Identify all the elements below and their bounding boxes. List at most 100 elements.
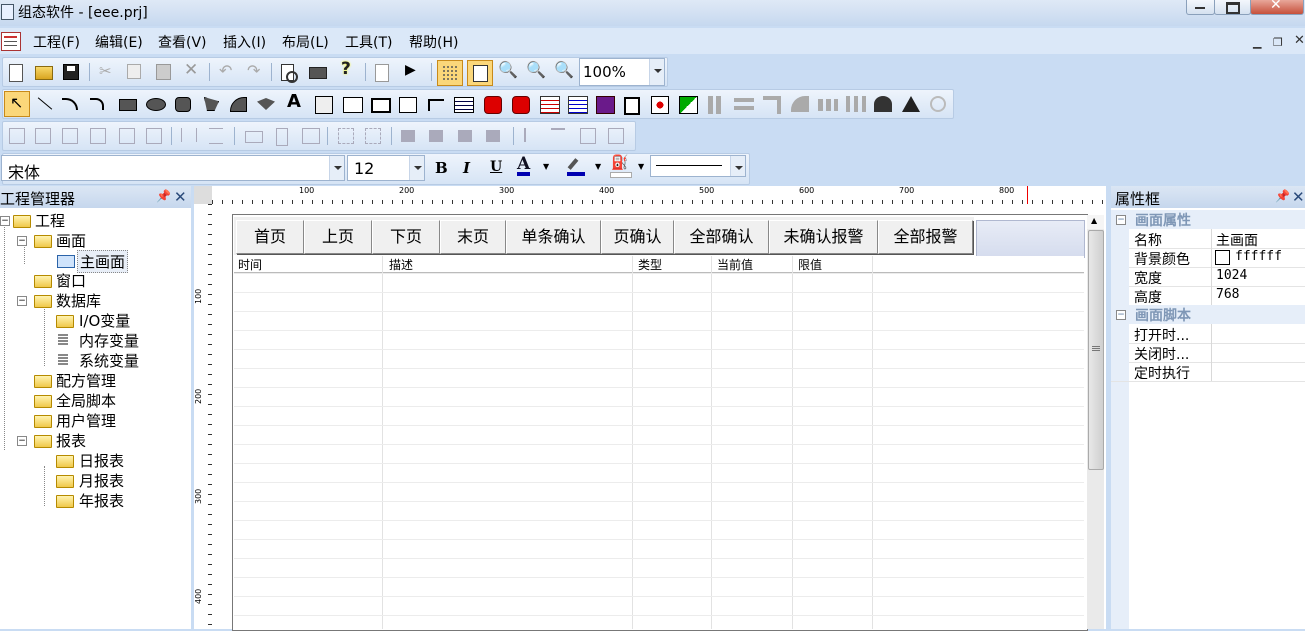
realtime-trend-icon[interactable] — [568, 96, 588, 114]
paste-icon[interactable] — [156, 64, 171, 80]
tree-item-database[interactable]: 数据库 — [56, 290, 101, 311]
font-family-select[interactable]: 宋体 — [1, 155, 345, 182]
next-page-button[interactable]: 下页 — [372, 220, 440, 254]
tree-item-reports[interactable]: 报表 — [56, 430, 86, 451]
column-header-description[interactable]: 描述 — [389, 256, 413, 273]
section-screen-scripts[interactable]: − 画面脚本 — [1111, 305, 1305, 324]
rectangle-tool-icon[interactable] — [119, 99, 137, 111]
menu-help[interactable]: 帮助(H) — [409, 32, 458, 52]
property-row-width[interactable]: 宽度 1024 — [1111, 267, 1305, 287]
compile-icon[interactable] — [375, 64, 389, 82]
select-pointer-icon[interactable]: ↖ — [4, 91, 30, 117]
zoom-out-icon[interactable]: 🔍 — [526, 60, 546, 79]
zoom-in-icon[interactable]: 🔍 — [498, 60, 518, 79]
tree-item-io-vars[interactable]: I/O变量 — [79, 310, 130, 331]
script-row-close[interactable]: 关闭时... — [1111, 343, 1305, 363]
menu-view[interactable]: 查看(V) — [158, 32, 207, 52]
collapse-toggle[interactable]: − — [1116, 310, 1126, 320]
tree-item-recipes[interactable]: 配方管理 — [56, 370, 116, 391]
rounded-rect-tool-icon[interactable] — [175, 97, 191, 112]
flip-horizontal-icon[interactable] — [580, 128, 596, 144]
tree-item-project[interactable]: 工程 — [35, 210, 65, 231]
mdi-close-icon[interactable]: ✕ — [1294, 33, 1305, 48]
script-row-timer[interactable]: 定时执行 — [1111, 362, 1305, 382]
ruler-toggle-icon[interactable] — [467, 60, 493, 86]
close-window-button[interactable]: ✕ — [1250, 0, 1304, 15]
bend-tool-icon[interactable] — [791, 96, 809, 112]
mdi-restore-icon[interactable]: ❐ — [1273, 36, 1283, 49]
alarm-window-icon[interactable] — [512, 96, 530, 114]
print-icon[interactable] — [309, 67, 327, 79]
redo-icon[interactable]: ↷ — [247, 61, 263, 80]
delete-icon[interactable]: ✕ — [184, 60, 200, 80]
underline-button[interactable]: U — [490, 159, 502, 175]
align-left-tool-icon[interactable] — [708, 96, 722, 114]
chevron-down-icon[interactable] — [649, 59, 664, 85]
new-file-icon[interactable] — [9, 64, 23, 82]
mdi-minimize-icon[interactable]: ▁ — [1253, 36, 1261, 49]
tree-item-daily-report[interactable]: 日报表 — [79, 450, 124, 471]
chord-tool-icon[interactable] — [230, 97, 247, 112]
undo-icon[interactable]: ↶ — [219, 61, 235, 80]
first-page-button[interactable]: 首页 — [236, 220, 304, 254]
curve-tool-icon[interactable] — [90, 98, 104, 110]
chart-tool-icon[interactable] — [596, 96, 615, 114]
run-icon[interactable]: ▶ — [405, 62, 421, 78]
expand-toggle[interactable]: − — [17, 436, 27, 446]
section-screen-properties[interactable]: − 画面属性 — [1111, 210, 1305, 229]
image-tool-icon[interactable] — [315, 96, 333, 114]
expand-toggle[interactable]: − — [0, 216, 10, 226]
text-tool-icon[interactable]: A — [287, 91, 303, 112]
last-page-button[interactable]: 末页 — [440, 220, 506, 254]
tree-item-windows[interactable]: 窗口 — [56, 270, 86, 291]
expand-toggle[interactable]: − — [17, 296, 27, 306]
ack-page-button[interactable]: 页确认 — [601, 220, 674, 254]
chevron-down-icon[interactable] — [730, 156, 745, 176]
same-width-icon[interactable] — [245, 131, 263, 143]
open-folder-icon[interactable] — [35, 66, 53, 80]
polygon-tool-icon[interactable] — [204, 97, 219, 111]
button-tool-icon[interactable] — [399, 97, 417, 113]
bold-button[interactable]: B — [435, 159, 448, 177]
print-preview-icon[interactable] — [281, 64, 298, 83]
scroll-up-button[interactable]: ▲ — [1087, 215, 1104, 229]
alarm-tool-icon[interactable] — [484, 96, 502, 114]
help-icon[interactable]: ? — [341, 59, 357, 79]
column-header-limit[interactable]: 限值 — [798, 256, 822, 273]
line-tool-icon[interactable] — [36, 96, 53, 112]
grid-toggle-icon[interactable] — [437, 60, 463, 86]
elbow-tool-icon[interactable] — [763, 96, 781, 114]
save-icon[interactable] — [63, 64, 79, 80]
fill-color-icon[interactable]: ⛽ — [610, 155, 632, 178]
activex-tool-icon[interactable] — [679, 96, 698, 114]
line-style-select[interactable] — [650, 155, 746, 177]
tree-item-monthly-report[interactable]: 月报表 — [79, 470, 124, 491]
bring-forward-icon[interactable] — [458, 130, 472, 142]
chevron-down-icon[interactable] — [409, 156, 424, 180]
bring-front-icon[interactable] — [401, 130, 415, 142]
column-header-current-value[interactable]: 当前值 — [717, 256, 753, 273]
space-vertical-icon[interactable] — [209, 128, 223, 144]
table-tool-icon[interactable] — [454, 97, 474, 113]
group-icon[interactable] — [338, 128, 354, 144]
unack-alarms-button[interactable]: 未确认报警 — [769, 220, 878, 254]
column-header-type[interactable]: 类型 — [638, 256, 662, 273]
color-swatch[interactable] — [1215, 250, 1230, 265]
menu-project[interactable]: 工程(F) — [33, 32, 80, 52]
tree-item-memory-vars[interactable]: 内存变量 — [79, 330, 139, 351]
ack-single-button[interactable]: 单条确认 — [506, 220, 601, 254]
zoom-fit-icon[interactable]: 🔍 — [554, 60, 574, 79]
tee-tool-icon[interactable] — [846, 96, 866, 112]
line-color-icon[interactable] — [567, 156, 585, 176]
tree-item-users[interactable]: 用户管理 — [56, 410, 116, 431]
same-size-icon[interactable] — [302, 128, 320, 144]
label-tool-icon[interactable] — [343, 97, 363, 113]
property-row-height[interactable]: 高度 768 — [1111, 286, 1305, 306]
line-color-dropdown-icon[interactable]: ▼ — [595, 162, 601, 171]
minimize-button[interactable] — [1186, 0, 1215, 15]
font-size-select[interactable]: 12 — [347, 155, 425, 181]
same-height-icon[interactable] — [276, 128, 288, 146]
scroll-thumb[interactable] — [1088, 230, 1104, 470]
arc-tool-icon[interactable] — [62, 98, 78, 110]
gauge-tool-icon[interactable] — [930, 96, 946, 112]
